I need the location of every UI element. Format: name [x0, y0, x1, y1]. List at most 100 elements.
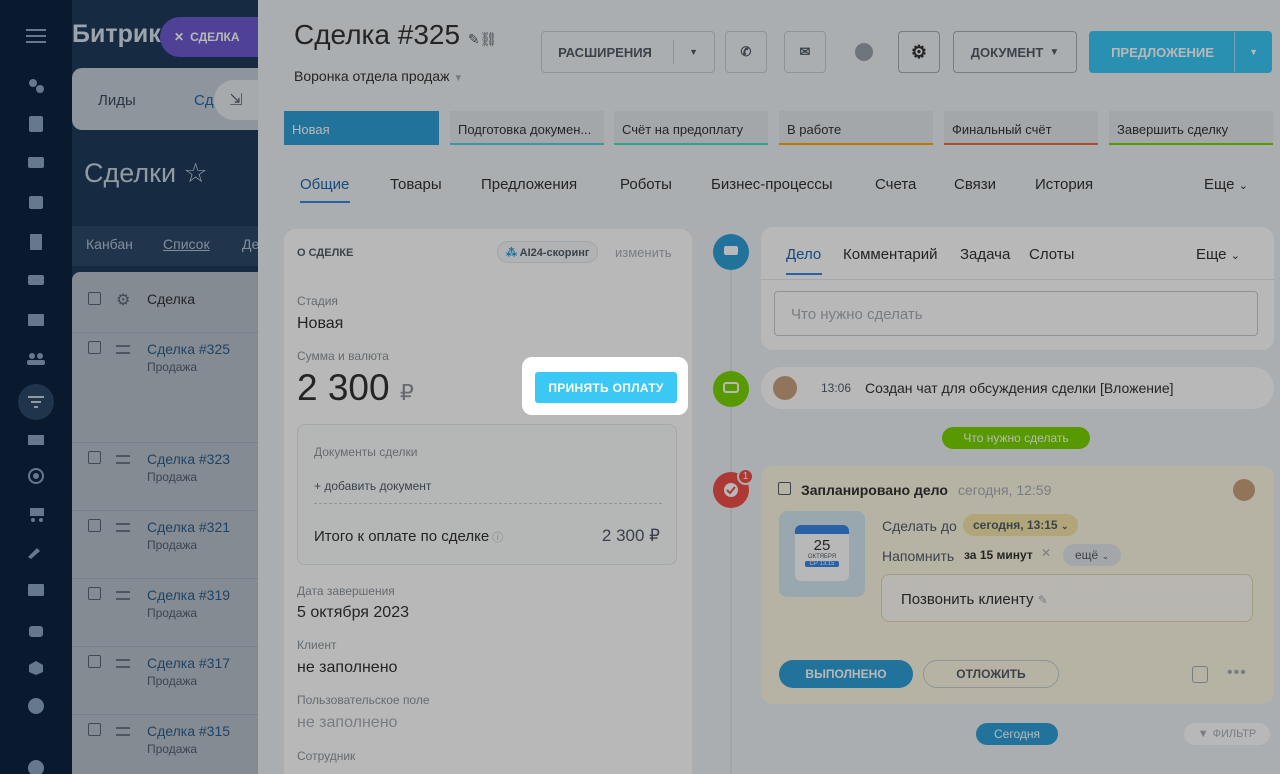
stage-bar: Новая Подготовка докумен... Счёт на пред…: [284, 111, 1274, 145]
tab-leads[interactable]: Лиды: [98, 92, 136, 109]
call-button[interactable]: ✆: [725, 31, 767, 73]
field-label: Стадия: [297, 294, 338, 308]
edit-icon[interactable]: ✎: [468, 31, 480, 47]
crm-icon[interactable]: [18, 384, 54, 420]
stage-new[interactable]: Новая: [284, 111, 439, 145]
activity-icon: [713, 234, 749, 270]
tab-slots[interactable]: Слоты: [1029, 246, 1074, 263]
gear-icon[interactable]: ⚙: [116, 290, 130, 310]
chevron-down-icon: ▼: [689, 47, 698, 57]
mail-icon[interactable]: [24, 308, 48, 332]
table-row[interactable]: Сделка #325 Продажа: [72, 332, 272, 442]
document-icon[interactable]: [24, 230, 48, 254]
field-label: Сумма и валюта: [297, 349, 389, 363]
postpone-button[interactable]: ОТЛОЖИТЬ: [923, 660, 1059, 688]
table-row[interactable]: Сделка #315 Продажа: [72, 714, 272, 774]
stage-docs[interactable]: Подготовка докумен...: [450, 111, 604, 145]
task-description[interactable]: Позвонить клиенту ✎: [881, 574, 1253, 622]
tab-todo[interactable]: Дело: [786, 246, 821, 263]
more-options[interactable]: ещё ⌄: [1063, 544, 1122, 566]
stage-final-invoice[interactable]: Финальный счёт: [944, 111, 1098, 145]
custom-field-value[interactable]: не заполнено: [297, 714, 397, 732]
target-icon[interactable]: [24, 464, 48, 488]
tab-invoices[interactable]: Счета: [875, 176, 916, 193]
reminder-value[interactable]: за 15 минут: [964, 548, 1033, 562]
cart-icon[interactable]: [24, 502, 48, 526]
share-icon: ⁂: [506, 247, 517, 259]
stage-close[interactable]: Завершить сделку: [1109, 111, 1273, 145]
feed-icon[interactable]: [24, 74, 48, 98]
view-list[interactable]: Список: [163, 236, 210, 252]
logo: Битрик: [72, 20, 161, 48]
collapse-slider-button[interactable]: ⇲: [214, 80, 258, 120]
extensions-button[interactable]: РАСШИРЕНИЯ ▼: [541, 31, 715, 73]
settings-button[interactable]: ⚙: [898, 31, 940, 73]
gear-icon: ⚙: [910, 41, 928, 62]
accept-payment-button[interactable]: ПРИНЯТЬ ОПЛАТУ: [535, 372, 677, 403]
filter-button[interactable]: ▼ ФИЛЬТР: [1184, 723, 1270, 745]
tab-more[interactable]: Еще ⌄: [1204, 176, 1248, 193]
client-value[interactable]: не заполнено: [297, 659, 397, 677]
view-kanban[interactable]: Канбан: [86, 236, 133, 252]
help-icon[interactable]: [24, 756, 48, 774]
deadline-value[interactable]: сегодня, 13:15 ⌄: [963, 514, 1079, 536]
edit-icon[interactable]: ✎: [1038, 593, 1048, 607]
calendar-icon[interactable]: [24, 190, 48, 214]
tab-offers[interactable]: Предложения: [481, 176, 577, 193]
groups-icon[interactable]: [24, 346, 48, 370]
document-button[interactable]: ДОКУМЕНТ ▼: [953, 31, 1077, 73]
remove-icon[interactable]: ✕: [1041, 546, 1051, 560]
deal-tabs: Общие Товары Предложения Роботы Бизнес-п…: [300, 176, 1260, 206]
funnel-selector[interactable]: Воронка отдела продаж ▼: [294, 68, 463, 84]
add-document-link[interactable]: + добавить документ: [314, 479, 431, 493]
view-more[interactable]: Де: [242, 236, 259, 252]
tab-robots[interactable]: Роботы: [620, 176, 672, 193]
tab-general[interactable]: Общие: [300, 176, 349, 193]
calendar-month: ОКТЯБРЯ: [807, 554, 837, 560]
field-label: Клиент: [297, 638, 337, 652]
scoring-badge[interactable]: ⁂ AI24-скоринг: [497, 241, 599, 263]
close-date-value[interactable]: 5 октября 2023: [297, 604, 409, 622]
card-header: О СДЕЛКЕ: [297, 247, 354, 259]
stage-prepay[interactable]: Счёт на предоплату: [614, 111, 768, 145]
select-all-checkbox[interactable]: [88, 292, 101, 305]
more-icon[interactable]: [24, 694, 48, 718]
drive-icon[interactable]: [24, 268, 48, 292]
more-dots-icon[interactable]: •••: [1227, 664, 1247, 682]
total-value: 2 300 ₽: [601, 526, 660, 545]
mail-icon: ✉: [799, 44, 811, 59]
complete-button[interactable]: ВЫПОЛНЕНО: [779, 660, 913, 688]
star-icon[interactable]: ☆: [184, 158, 208, 188]
task-checkbox[interactable]: [778, 482, 791, 495]
tab-comment[interactable]: Комментарий: [843, 246, 937, 263]
chat-icon[interactable]: [24, 152, 48, 176]
tab-activity-more[interactable]: Еще ⌄: [1196, 246, 1240, 263]
contact-card-icon[interactable]: [24, 578, 48, 602]
tab-relations[interactable]: Связи: [954, 176, 996, 193]
stage-in-work[interactable]: В работе: [779, 111, 933, 145]
table-row[interactable]: Сделка #317 Продажа: [72, 646, 272, 714]
table-row[interactable]: Сделка #319 Продажа: [72, 578, 272, 646]
tasks-icon[interactable]: [24, 112, 48, 136]
calendar-time: СР 13:15: [805, 561, 839, 567]
table-row[interactable]: Сделка #321 Продажа: [72, 510, 272, 578]
tab-deals[interactable]: Сд: [194, 92, 214, 109]
tab-history[interactable]: История: [1035, 176, 1093, 193]
tab-bizproc[interactable]: Бизнес-процессы: [711, 176, 833, 193]
robot-icon[interactable]: [24, 618, 48, 642]
help-icon[interactable]: ⓘ: [489, 532, 503, 544]
shop-icon[interactable]: [24, 426, 48, 450]
sign-icon[interactable]: [24, 540, 48, 564]
todo-input[interactable]: Что нужно сделать: [774, 291, 1258, 336]
edit-link[interactable]: изменить: [615, 245, 672, 260]
note-icon[interactable]: [1192, 666, 1208, 683]
menu-icon[interactable]: [24, 24, 48, 48]
openlines-button[interactable]: [843, 31, 885, 73]
link-icon[interactable]: ⛓: [480, 31, 498, 47]
offer-button[interactable]: ПРЕДЛОЖЕНИЕ ▼: [1089, 31, 1272, 73]
box-icon[interactable]: [24, 656, 48, 680]
table-row[interactable]: Сделка #323 Продажа: [72, 442, 272, 510]
tab-products[interactable]: Товары: [390, 176, 442, 193]
email-button[interactable]: ✉: [784, 31, 826, 73]
tab-task[interactable]: Задача: [960, 246, 1010, 263]
